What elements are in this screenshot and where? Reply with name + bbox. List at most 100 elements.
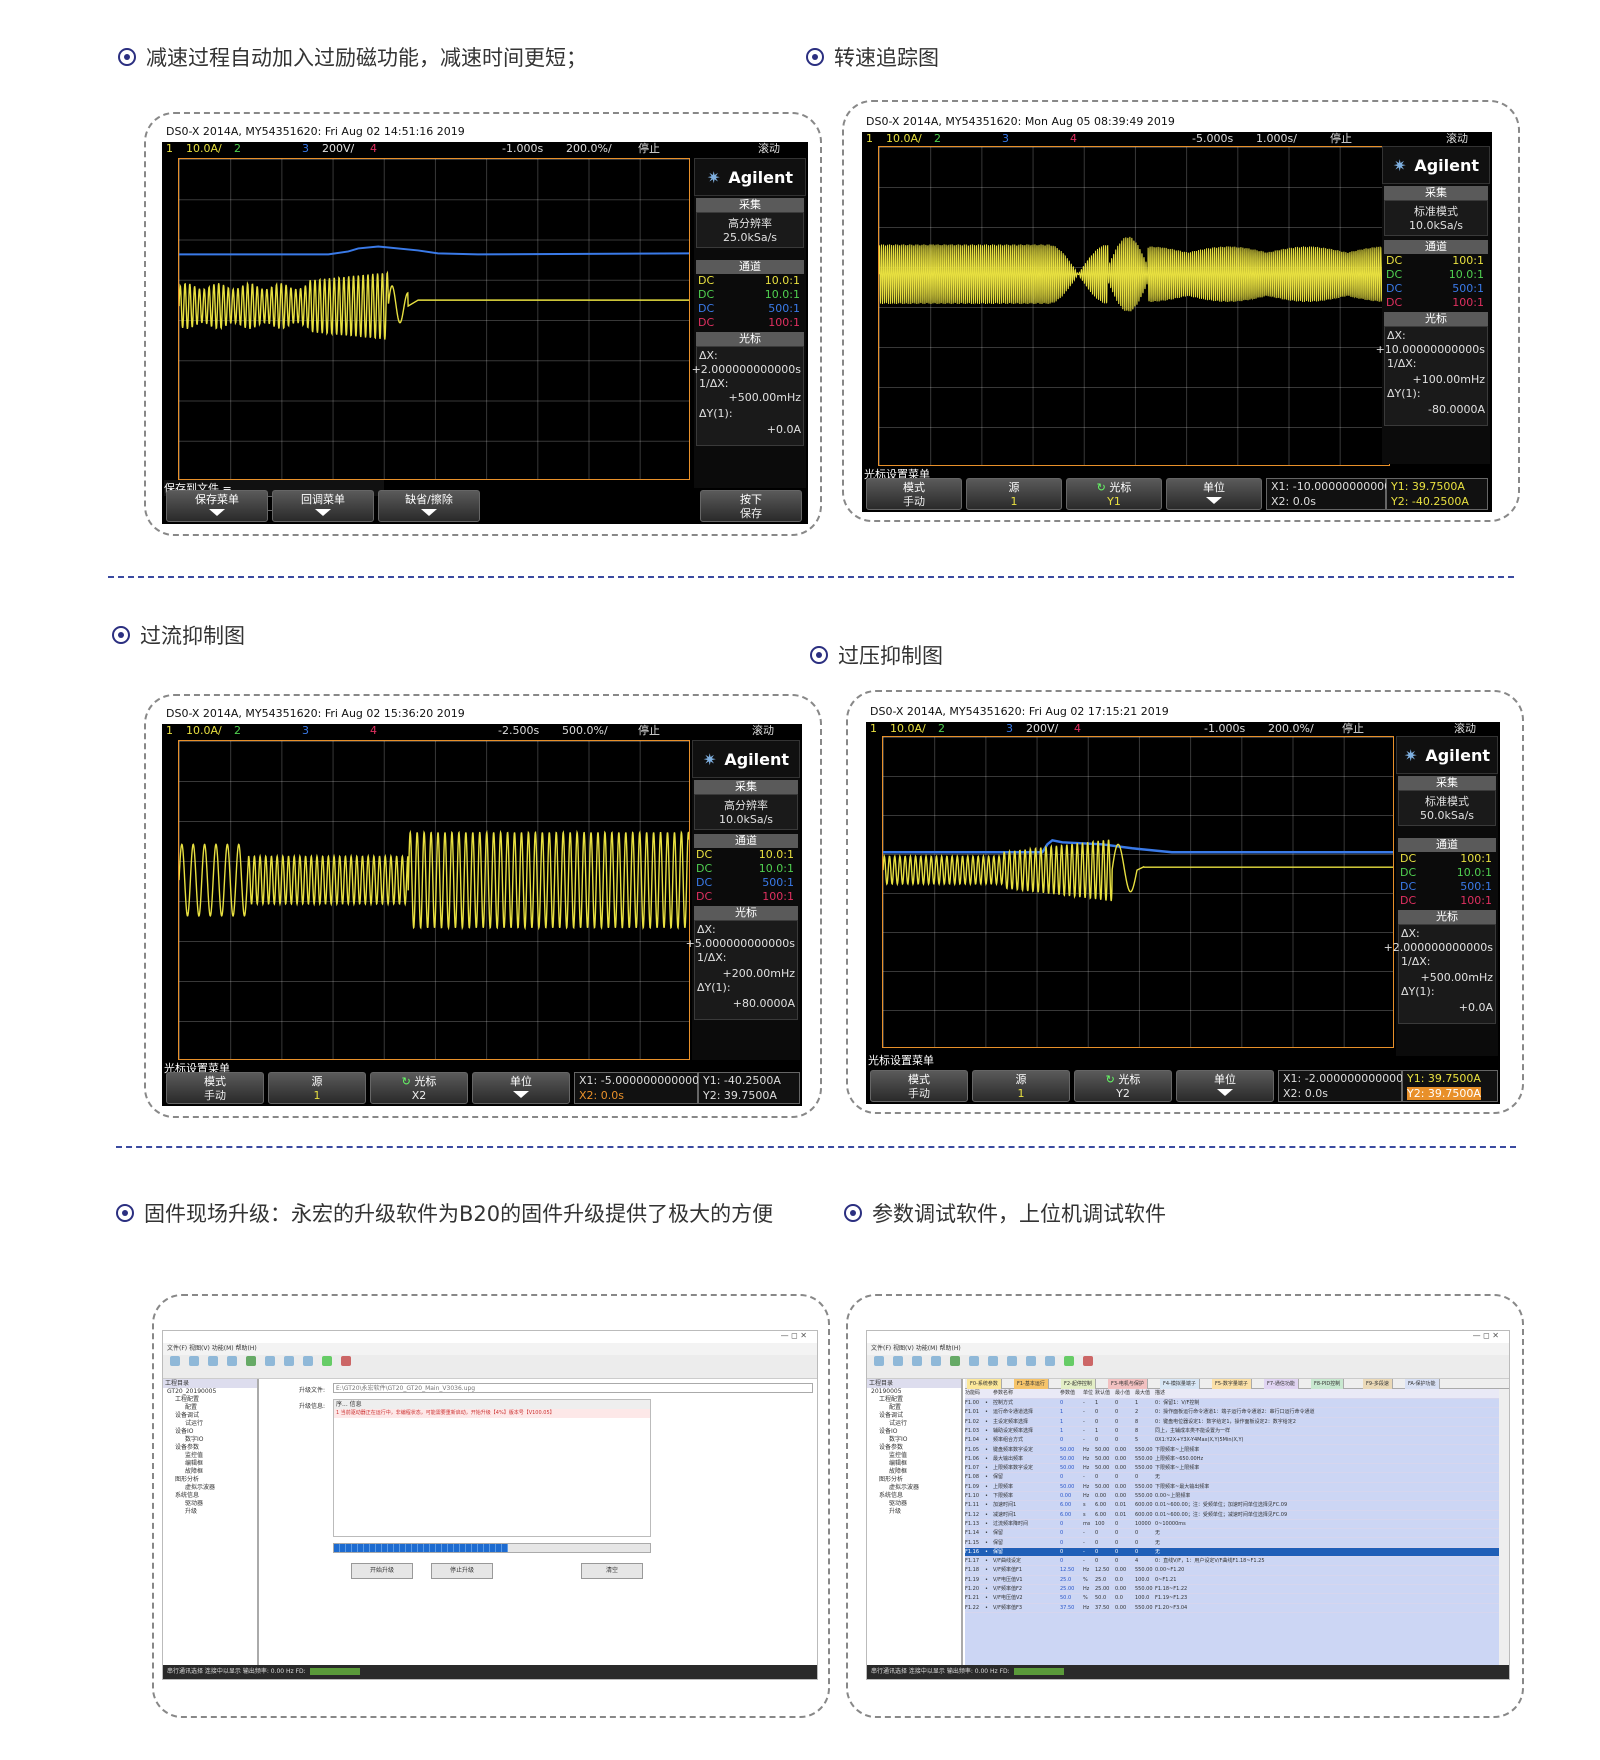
- connect-icon[interactable]: [243, 1355, 259, 1377]
- new-icon[interactable]: [167, 1355, 183, 1377]
- window-controls[interactable]: — ◻ ✕: [163, 1331, 817, 1343]
- stop-icon[interactable]: [338, 1355, 354, 1377]
- tree-item[interactable]: 虚拟示波器: [867, 1484, 961, 1492]
- table-row[interactable]: F1.10 • 下限频率 0.00 Hz 0.00 0.00 550.00 0.00~上限频率: [965, 1492, 1499, 1502]
- tree-item[interactable]: 设备参数: [867, 1444, 961, 1452]
- cursor-key[interactable]: ↻ 光标 Y1: [1066, 478, 1162, 510]
- tree-item[interactable]: 工程配置: [163, 1396, 257, 1404]
- table-row[interactable]: F1.08 • 保留 0 - 0 0 0 无: [965, 1473, 1499, 1483]
- table-row[interactable]: F1.02 • 主设定频率选择 1 - 0 0 8 0：键盘电位器设定1：数字给定1，操作面板设…: [965, 1418, 1499, 1427]
- mode-key[interactable]: 模式 手动: [870, 1070, 968, 1102]
- table-row[interactable]: F1.22 • V/F频率值F3 37.50 Hz 37.50 0.00 550.00 F1.2…: [965, 1604, 1499, 1613]
- parameter-tab[interactable]: F0-系统参数: [967, 1379, 1002, 1389]
- upload-icon[interactable]: [966, 1355, 982, 1377]
- import-icon[interactable]: [1023, 1355, 1039, 1377]
- units-key[interactable]: 单位: [1176, 1070, 1274, 1102]
- new-icon[interactable]: [871, 1355, 887, 1377]
- tree-item[interactable]: 20190005: [867, 1388, 961, 1396]
- menu-bar[interactable]: 文件(F) 视图(V) 功能(M) 帮助(H): [163, 1343, 817, 1355]
- table-row[interactable]: F1.00 • 控制方式 0 - 1 0 1 0：保留1：V/F控制: [965, 1399, 1499, 1409]
- units-key[interactable]: 单位: [1166, 478, 1262, 510]
- download-icon[interactable]: [300, 1355, 316, 1377]
- tree-item[interactable]: 设备调试: [163, 1412, 257, 1420]
- table-row[interactable]: F1.21 • V/F电压值V2 50.0% 50.0 0.0 100.0 F1.19~F1.…: [965, 1594, 1499, 1604]
- tree-item[interactable]: 工程配置: [867, 1396, 961, 1404]
- connect-icon[interactable]: [947, 1355, 963, 1377]
- table-row[interactable]: F1.19 • V/F电压值V1 25.0% 25.0 0.0 100.0 0~F1.21: [965, 1576, 1499, 1585]
- default-erase-key[interactable]: 缺省/擦除: [378, 490, 480, 522]
- press-to-save-key[interactable]: 按下 保存: [700, 490, 802, 522]
- window-controls[interactable]: — ◻ ✕: [867, 1331, 1509, 1343]
- stop-upgrade-button[interactable]: 停止升级: [431, 1563, 493, 1579]
- tree-item[interactable]: 数字IO: [867, 1436, 961, 1444]
- tree-item[interactable]: 设备IO: [867, 1428, 961, 1436]
- tree-item[interactable]: 故障框: [867, 1468, 961, 1476]
- table-row[interactable]: F1.04 • 频率组合方式 0 - 0 0 5 0X1:Y2X+Y3X-Y4Max(X,Y)5…: [965, 1436, 1499, 1446]
- recall-menu-key[interactable]: 回调菜单: [272, 490, 374, 522]
- upload-icon[interactable]: [281, 1355, 297, 1377]
- source-key[interactable]: 源1: [268, 1072, 366, 1104]
- table-row[interactable]: F1.06 • 最大输出频率 50.00 Hz 50.00 0.00 550.00 上限频率~6…: [965, 1455, 1499, 1465]
- refresh-icon[interactable]: [224, 1355, 240, 1377]
- table-row[interactable]: F1.05 • 键盘频率数字设定 50.00 Hz 50.00 0.00 550.00 下限频率…: [965, 1446, 1499, 1455]
- table-row[interactable]: F1.07 • 上限频率数字设定 50.00 Hz 50.00 0.00 550.00 下限频率…: [965, 1464, 1499, 1474]
- parameter-tab[interactable]: FA-保护功能: [1405, 1379, 1440, 1389]
- tree-item[interactable]: 设备调试: [867, 1412, 961, 1420]
- open-icon[interactable]: [186, 1355, 202, 1377]
- table-row[interactable]: F1.13 • 过流频率降时间 0 ms 100 0 10000 0~10000ms: [965, 1520, 1499, 1530]
- table-row[interactable]: F1.09 • 上限频率 50.00 Hz 50.00 0.00 550.00 下限频率~最大输…: [965, 1483, 1499, 1492]
- tree-item[interactable]: 系统信息: [163, 1492, 257, 1500]
- table-row[interactable]: F1.20 • V/F频率值F2 25.00 Hz 25.00 0.00 550.00 F1.1…: [965, 1585, 1499, 1595]
- table-row[interactable]: F1.11 • 加速时间1 6.00 s 6.00 0.01 600.00 0.01~600.0…: [965, 1501, 1499, 1511]
- save-menu-key[interactable]: 保存菜单: [166, 490, 268, 522]
- upgrade-log-list[interactable]: 序... 信息 1 当前驱动器正在运行中，非编程状态，可能需要重新启动，开始升级…: [333, 1399, 651, 1537]
- cursor-key[interactable]: ↻ 光标 Y2: [1074, 1070, 1172, 1102]
- refresh-icon[interactable]: [928, 1355, 944, 1377]
- tree-item[interactable]: 设备参数: [163, 1444, 257, 1452]
- download-icon[interactable]: [985, 1355, 1001, 1377]
- tree-item[interactable]: 数字IO: [163, 1436, 257, 1444]
- vertical-scrollbar[interactable]: [1499, 1389, 1509, 1665]
- table-row[interactable]: F1.15 • 保留 0 - 0 0 0 无: [965, 1539, 1499, 1548]
- tree-item[interactable]: GT20_20190005: [163, 1388, 257, 1396]
- save-icon[interactable]: [909, 1355, 925, 1377]
- table-row[interactable]: F1.17 • V/F曲线设定 0 - 0 0 4 0：直线V/F，1：用户设定V/F曲线F1.…: [965, 1557, 1499, 1567]
- run-icon[interactable]: [1061, 1355, 1077, 1377]
- tree-item[interactable]: 虚拟示波器: [163, 1484, 257, 1492]
- mode-key[interactable]: 模式 手动: [166, 1072, 264, 1104]
- tree-item[interactable]: 升级: [163, 1508, 257, 1516]
- upgrade-file-input[interactable]: E:\GT20\永宏软件\GT20_GT20_Main_V3036.upg: [333, 1383, 813, 1393]
- settings-icon[interactable]: [262, 1355, 278, 1377]
- run-icon[interactable]: [319, 1355, 335, 1377]
- parameter-tab[interactable]: F2-起停控制: [1061, 1379, 1096, 1389]
- parameter-tab[interactable]: F3-电机与保护: [1108, 1379, 1148, 1389]
- tree-item[interactable]: 配置: [867, 1404, 961, 1412]
- tree-item[interactable]: 配置: [163, 1404, 257, 1412]
- tree-item[interactable]: 系统信息: [867, 1492, 961, 1500]
- tree-item[interactable]: 升级: [867, 1508, 961, 1516]
- table-row[interactable]: F1.14 • 保留 0 - 0 0 0 无: [965, 1529, 1499, 1539]
- tree-item[interactable]: 监控值: [163, 1452, 257, 1460]
- tree-item[interactable]: 图形分析: [163, 1476, 257, 1484]
- table-row[interactable]: F1.18 • V/F频率值F1 12.50 Hz 12.50 0.00 550.00 0.00…: [965, 1566, 1499, 1576]
- stop-icon[interactable]: [1080, 1355, 1096, 1377]
- tree-item[interactable]: 图形分析: [867, 1476, 961, 1484]
- source-key[interactable]: 源1: [966, 478, 1062, 510]
- tree-item[interactable]: 监控值: [867, 1452, 961, 1460]
- table-row[interactable]: F1.12 • 减速时间1 6.00 s 6.00 0.01 600.00 0.01~600.0…: [965, 1511, 1499, 1520]
- parameter-tab[interactable]: F8-PID控制: [1311, 1379, 1345, 1389]
- tree-item[interactable]: 试运行: [163, 1420, 257, 1428]
- open-icon[interactable]: [890, 1355, 906, 1377]
- cursor-key[interactable]: ↻ 光标 X2: [370, 1072, 468, 1104]
- tree-item[interactable]: 试运行: [867, 1420, 961, 1428]
- save-icon[interactable]: [205, 1355, 221, 1377]
- tree-item[interactable]: 设备IO: [163, 1428, 257, 1436]
- parameter-tab[interactable]: F4-模拟量端子: [1160, 1379, 1200, 1389]
- clear-button[interactable]: 清空: [581, 1563, 643, 1579]
- export-icon[interactable]: [1042, 1355, 1058, 1377]
- units-key[interactable]: 单位: [472, 1072, 570, 1104]
- parameter-tab[interactable]: F7-通信功能: [1264, 1379, 1299, 1389]
- table-row[interactable]: F1.01 • 运行命令通道选择 1 - 0 0 2 0：操作面板运行命令通道1：端子运行命令通…: [965, 1408, 1499, 1418]
- mode-key[interactable]: 模式 手动: [866, 478, 962, 510]
- tree-item[interactable]: 驱动器: [867, 1500, 961, 1508]
